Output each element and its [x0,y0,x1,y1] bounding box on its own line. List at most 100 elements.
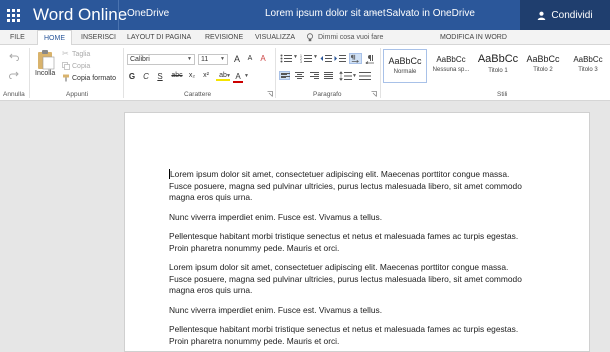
ribbon: Annulla Incolla ✂ Taglia Copia Copia for… [0,45,610,101]
scissors-icon: ✂ [62,49,69,58]
style-no-spacing[interactable]: AaBbCc Nessuna sp... [430,49,472,83]
paragraph[interactable]: Lorem ipsum dolor sit amet, consectetuer… [169,262,539,297]
tab-edit-in-word[interactable]: MODIFICA IN WORD [440,30,507,45]
bullet-list-icon[interactable] [280,54,292,63]
paste-icon[interactable] [37,49,55,70]
style-sample: AaBbCc [573,55,603,64]
lightbulb-icon [307,33,313,42]
style-heading-3[interactable]: AaBbCc Titolo 3 [566,49,610,83]
chevron-down-icon[interactable]: ▼ [293,54,298,60]
increase-indent-icon[interactable] [334,54,346,63]
waffle-icon [6,8,20,22]
share-button[interactable]: Condividi [520,0,610,30]
group-label-clipboard: Appunti [66,91,89,98]
tab-home[interactable]: HOME [37,30,72,46]
align-right-button[interactable] [309,71,320,80]
tab-file[interactable]: FILE [10,30,25,45]
style-heading-2[interactable]: AaBbCc Titolo 2 [522,49,564,83]
align-center-button[interactable] [294,71,305,80]
font-size-value: 11 [201,56,209,63]
text-line: Lorem ipsum dolor sit amet, consectetuer… [169,262,509,272]
group-label-undo: Annulla [3,91,25,98]
chevron-down-icon[interactable]: ▼ [226,73,231,79]
paragraph[interactable]: Nunc viverra imperdiet enim. Fusce est. … [169,305,539,317]
paragraph[interactable]: Pellentesque habitant morbi tristique se… [169,231,539,254]
ribbon-tabs: FILE HOME INSERISCI LAYOUT DI PAGINA REV… [0,30,610,46]
bold-button[interactable]: G [127,72,137,81]
style-name: Normale [393,69,417,75]
top-bar: Word Online OneDrive Lorem ipsum dolor s… [0,0,610,30]
font-name-value: Calibri [130,56,150,63]
title-separator: - [373,8,377,19]
document-page[interactable]: Lorem ipsum dolor sit amet, consectetuer… [124,112,590,352]
justify-button[interactable] [323,71,334,80]
numbered-list-icon[interactable]: 123 [300,54,312,63]
style-name: Titolo 1 [488,68,508,74]
align-left-button[interactable] [279,71,290,80]
redo-icon[interactable] [9,71,19,79]
group-divider [29,48,30,98]
decrease-indent-icon[interactable] [320,54,332,63]
group-divider [123,48,124,98]
paste-label[interactable]: Incolla [35,70,55,77]
paragraph-spacing-icon[interactable] [359,71,371,81]
text-line: Proin pharetra nonummy pede. Mauris et o… [169,335,340,346]
format-painter-button[interactable]: Copia formato [72,75,116,82]
tab-review[interactable]: REVISIONE [205,30,243,45]
superscript-button[interactable]: x² [201,72,211,79]
style-sample: AaBbCc [388,56,422,66]
text-line: Pellentesque habitant morbi tristique se… [169,324,519,334]
chevron-down-icon: ▼ [220,56,225,62]
chevron-down-icon: ▼ [187,56,192,62]
text-line: Fusce posuere, magna sed pulvinar ultric… [169,273,522,284]
group-divider [380,48,381,98]
document-title[interactable]: Lorem ipsum dolor sit amet [265,8,386,19]
group-label-styles: Stili [497,91,508,98]
italic-button[interactable]: C [141,72,151,81]
font-color-button[interactable]: A [233,72,243,83]
subscript-button[interactable]: x₂ [187,72,197,79]
style-name: Nessuna sp... [432,67,470,73]
format-painter-icon [63,74,69,82]
style-sample: AaBbCc [436,55,466,64]
chevron-down-icon[interactable]: ▼ [244,73,249,79]
dialog-launcher-icon[interactable] [267,91,273,97]
text-line: magna eros quis urna. [169,285,253,295]
tab-insert[interactable]: INSERISCI [81,30,116,45]
app-title[interactable]: Word Online [33,4,127,26]
chevron-down-icon[interactable]: ▼ [352,73,357,79]
tab-page-layout[interactable]: LAYOUT DI PAGINA [127,30,191,45]
clear-formatting-button[interactable]: A [258,54,268,63]
undo-icon[interactable] [9,53,19,61]
font-name-select[interactable]: Calibri ▼ [127,54,195,65]
paragraph[interactable]: Nunc viverra imperdiet enim. Fusce est. … [169,212,539,224]
line-spacing-icon[interactable] [339,71,352,81]
cut-button[interactable]: Taglia [72,51,90,58]
person-icon [538,11,546,20]
style-name: Titolo 2 [533,67,553,73]
strikethrough-button[interactable]: abc [170,72,184,79]
copy-button[interactable]: Copia [72,63,90,70]
text-line: Pellentesque habitant morbi tristique se… [169,231,519,241]
svg-text:3: 3 [300,60,302,63]
underline-button[interactable]: S [155,72,165,81]
style-normal[interactable]: AaBbCc Normale [383,49,427,83]
dialog-launcher-icon[interactable] [371,91,377,97]
app-launcher-button[interactable] [0,0,26,30]
tab-view[interactable]: VISUALIZZA [255,30,295,45]
text-line: magna eros quis urna. [169,192,253,202]
onedrive-link[interactable]: OneDrive [127,8,169,19]
grow-font-button[interactable]: A [232,54,242,64]
font-size-select[interactable]: 11 ▼ [198,54,228,65]
tell-me-search[interactable]: Dimmi cosa vuoi fare [318,30,383,45]
rtl-direction-icon[interactable] [364,54,376,64]
group-label-font: Carattere [184,91,212,98]
paragraph[interactable]: Pellentesque habitant morbi tristique se… [169,324,539,347]
group-label-paragraph: Paragrafo [313,91,342,98]
chevron-down-icon[interactable]: ▼ [313,54,318,60]
shrink-font-button[interactable]: A [245,55,255,62]
share-label: Condividi [551,9,593,21]
paragraph[interactable]: Lorem ipsum dolor sit amet, consectetuer… [169,169,539,204]
style-heading-1[interactable]: AaBbCc Titolo 1 [474,49,522,83]
ltr-direction-icon[interactable] [349,53,362,64]
